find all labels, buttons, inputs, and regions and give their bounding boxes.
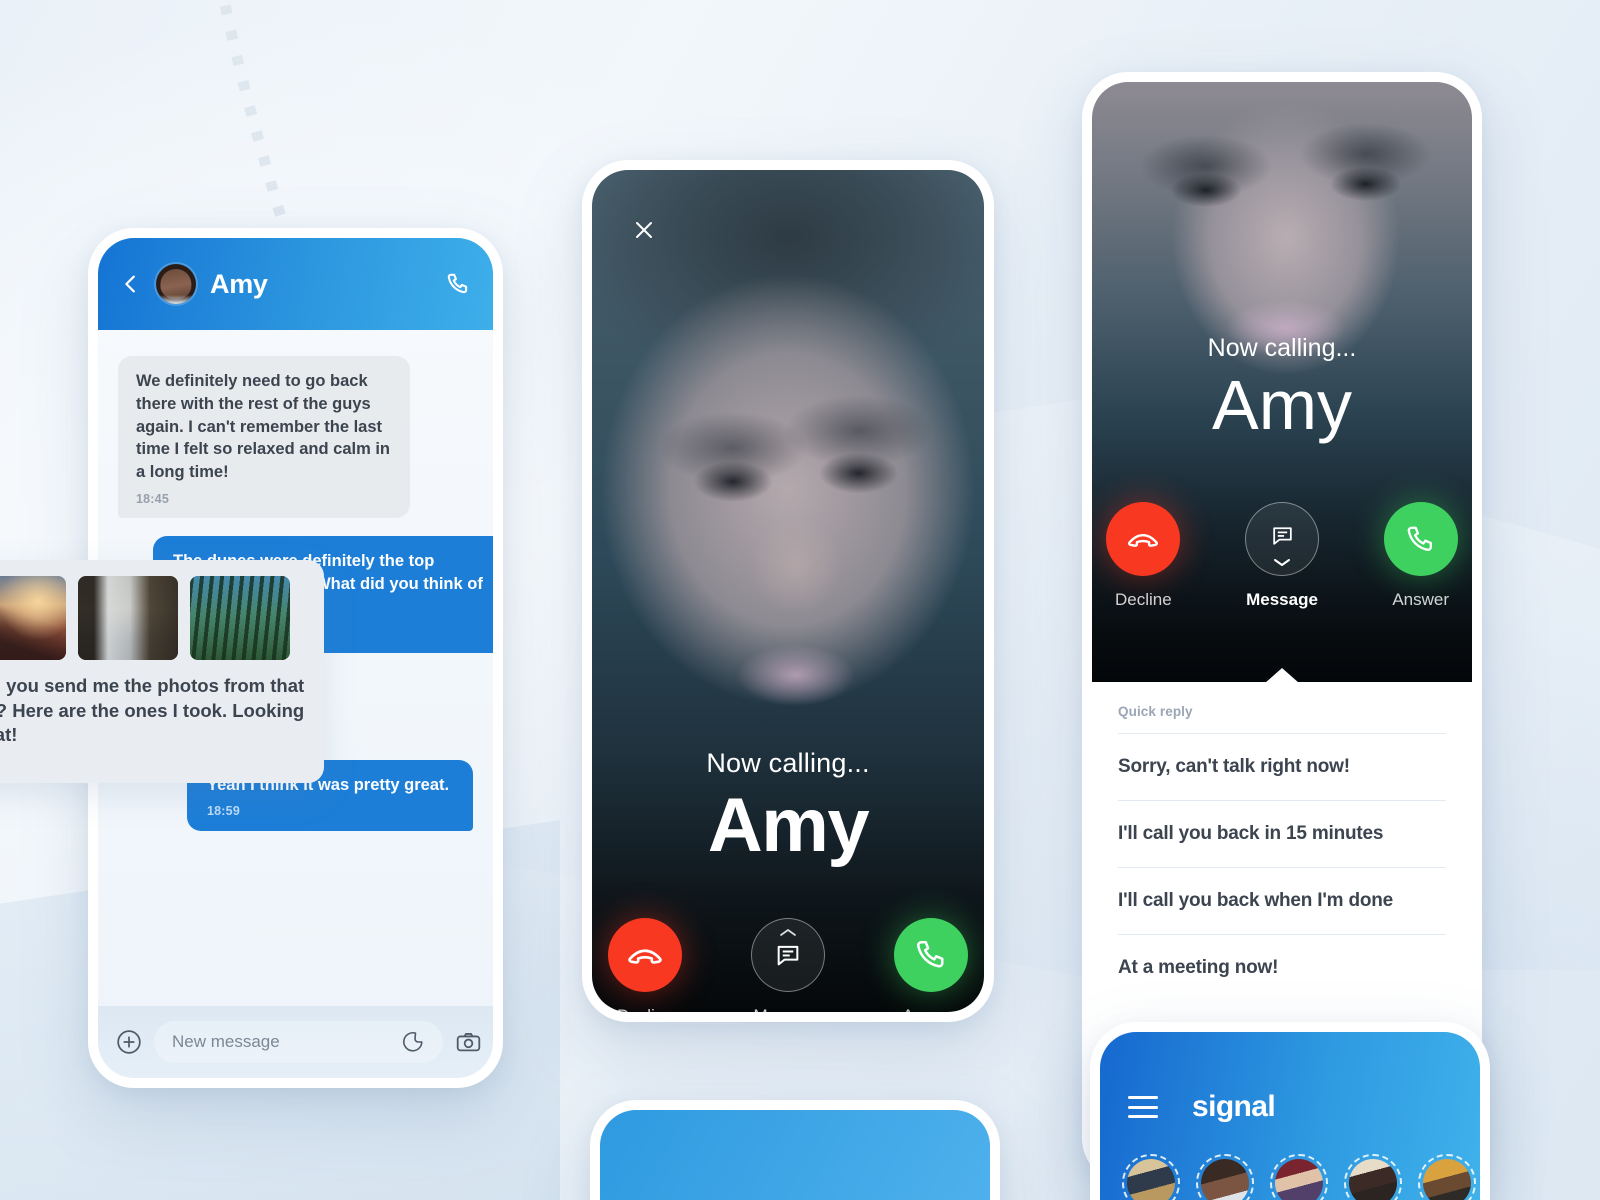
quick-reply-item[interactable]: I'll call you back in 15 minutes xyxy=(1118,800,1446,867)
story-avatar-list xyxy=(1100,1124,1480,1200)
message-bubble[interactable]: We definitely need to go back there with… xyxy=(118,356,410,519)
quick-reply-item[interactable]: I'll call you back when I'm done xyxy=(1118,867,1446,934)
caller-name: Amy xyxy=(707,783,870,868)
answer-button-circle[interactable] xyxy=(1383,502,1458,576)
signal-app-header: signal xyxy=(1100,1090,1480,1124)
phone-icon xyxy=(1407,526,1433,551)
decline-label: Decline xyxy=(617,1006,674,1012)
call-status: Now calling... xyxy=(706,748,870,778)
avatar xyxy=(1127,1159,1175,1200)
answer-label: Answer xyxy=(902,1006,959,1012)
avatar xyxy=(1275,1159,1323,1200)
phone-hangup-icon xyxy=(628,949,663,964)
chevron-up-icon xyxy=(780,929,796,936)
quick-reply-pointer xyxy=(1265,668,1299,682)
message-label: Message xyxy=(754,1006,823,1012)
photo-message-card[interactable]: Can you send me the photos from that tri… xyxy=(0,560,324,783)
call-action-bar: Decline Message Answer xyxy=(1092,502,1472,610)
story-avatar-2[interactable] xyxy=(1196,1154,1254,1200)
signal-phone-frame: signal xyxy=(1090,1022,1490,1200)
quick-reply-screen: Now calling... Amy Decline Message Answe… xyxy=(1092,82,1472,1174)
quick-reply-item[interactable]: At a meeting now! xyxy=(1118,934,1446,1001)
story-avatar-1[interactable] xyxy=(1122,1154,1180,1200)
message-button[interactable]: Message xyxy=(735,918,842,1012)
call-status: Now calling... xyxy=(1207,334,1357,362)
page-title: Amy xyxy=(210,268,268,299)
call-area: Now calling... Amy Decline Message Answe… xyxy=(1092,82,1472,682)
avatar[interactable] xyxy=(156,264,196,304)
message-text: Can you send me the photos from that tri… xyxy=(0,675,305,746)
close-icon[interactable] xyxy=(632,218,656,242)
message-button-circle[interactable] xyxy=(751,918,825,992)
avatar xyxy=(1349,1159,1397,1200)
bottom-partial-screen xyxy=(600,1110,990,1200)
decline-button-circle[interactable] xyxy=(608,918,683,992)
message-input-bar xyxy=(98,1006,493,1078)
decline-label: Decline xyxy=(1114,590,1172,609)
decline-button-circle[interactable] xyxy=(1106,502,1181,576)
answer-button[interactable]: Answer xyxy=(1369,502,1472,610)
caller-name: Amy xyxy=(1212,366,1352,444)
bottom-partial-phone-frame xyxy=(590,1100,1000,1200)
app-title: signal xyxy=(1192,1090,1276,1123)
message-time: 18:45 xyxy=(136,491,169,506)
story-avatar-4[interactable] xyxy=(1344,1154,1402,1200)
answer-button[interactable]: Answer xyxy=(877,918,984,1012)
chevron-left-icon[interactable] xyxy=(120,273,142,295)
plus-circle-icon[interactable] xyxy=(116,1029,142,1055)
phone-icon xyxy=(916,940,944,968)
phone-hangup-icon xyxy=(1128,533,1159,547)
avatar xyxy=(1423,1159,1471,1200)
quick-reply-label: Quick reply xyxy=(1118,704,1193,719)
answer-label: Answer xyxy=(1392,590,1450,609)
message-button[interactable]: Message xyxy=(1231,502,1334,610)
caller-photo-background xyxy=(592,170,984,1012)
chat-bubble-icon xyxy=(1272,526,1292,545)
message-row-in: We definitely need to go back there with… xyxy=(118,356,473,519)
call-screen: Now calling... Amy Decline Message xyxy=(592,170,984,1012)
photo-forest[interactable] xyxy=(190,576,290,660)
call-action-bar: Decline Message Answer xyxy=(592,918,984,1012)
decline-button[interactable]: Decline xyxy=(592,918,699,1012)
message-time: 19:00 xyxy=(0,757,308,771)
message-time: 18:59 xyxy=(207,804,240,819)
camera-icon[interactable] xyxy=(455,1029,482,1056)
photo-waterfall[interactable] xyxy=(78,576,178,660)
story-avatar-5[interactable] xyxy=(1418,1154,1476,1200)
quick-reply-item[interactable]: Sorry, can't talk right now! xyxy=(1118,733,1446,800)
photo-thumbnail-strip xyxy=(0,576,308,660)
message-input[interactable] xyxy=(172,1032,393,1052)
search-input-wrapper[interactable] xyxy=(154,1021,443,1063)
quick-reply-phone-frame: Now calling... Amy Decline Message Answe… xyxy=(1082,72,1482,1184)
photo-mountain-sunset[interactable] xyxy=(0,576,66,660)
chat-header: Amy xyxy=(98,238,493,330)
call-phone-frame: Now calling... Amy Decline Message xyxy=(582,160,994,1022)
message-text: We definitely need to go back there with… xyxy=(136,372,391,482)
hamburger-menu-icon[interactable] xyxy=(1128,1096,1158,1118)
signal-app-screen: signal xyxy=(1100,1032,1480,1200)
avatar xyxy=(1201,1159,1249,1200)
phone-icon[interactable] xyxy=(445,271,471,297)
chevron-down-icon xyxy=(1274,559,1290,566)
message-button-circle[interactable] xyxy=(1245,502,1319,576)
message-label: Message xyxy=(1246,590,1318,609)
sticker-icon[interactable] xyxy=(401,1030,425,1054)
story-avatar-3[interactable] xyxy=(1270,1154,1328,1200)
chat-bubble-icon xyxy=(777,945,799,966)
decline-button[interactable]: Decline xyxy=(1092,502,1195,610)
answer-button-circle[interactable] xyxy=(893,918,968,992)
